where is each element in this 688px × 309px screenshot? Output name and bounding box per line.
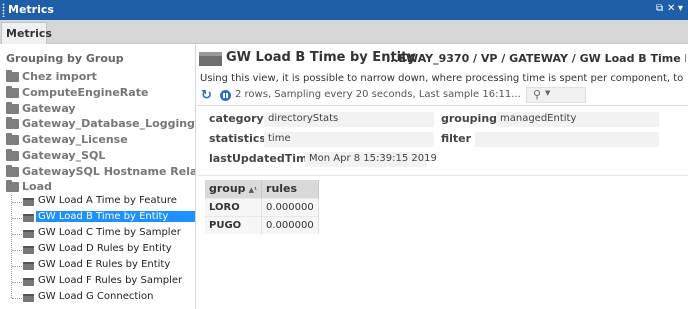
window-title: Metrics [8,3,54,16]
folder-label: Gateway_SQL [22,149,106,162]
category-label: category [209,112,264,125]
folder-label: Load [22,180,52,193]
data-table: group ▲¹ rules LORO 0.000000 PUGO 0.00000… [205,180,319,234]
grouping-value: managedEntity [496,112,659,127]
table-icon [23,198,34,206]
view-item[interactable]: GW Load E Rules by Entity [12,258,195,274]
view-metadata: category directoryStats grouping managed… [197,107,688,171]
table-icon [23,246,34,254]
folder-label: Gateway_Database_Logging [22,117,195,130]
restore-icon[interactable]: ⧉ [656,3,663,14]
folder-label: GatewaySQL Hostname Relative [22,165,196,178]
cell-rules: 0.000000 [261,215,319,234]
drag-grip-icon[interactable] [2,3,5,17]
search-input[interactable]: ⚲ ▼ [526,87,586,103]
column-header-rules[interactable]: rules [261,180,319,198]
cell-group: LORO [205,197,263,216]
table-row[interactable]: LORO 0.000000 [205,197,319,216]
status-bar: ↻ 2 rows, Sampling every 20 seconds, Las… [197,86,688,106]
folder-icon [6,102,19,114]
view-panel: GW Load B Time by Entity ...EWAY_9370 / … [197,45,688,309]
filter-label: filter [441,132,472,145]
menu-chevron-icon[interactable]: ▾ [678,3,683,14]
view-item[interactable]: GW Load A Time by Feature [12,194,195,210]
view-item-label: GW Load A Time by Feature [38,195,177,206]
statistics-value: time [264,132,434,147]
tab-metrics[interactable]: Metrics [1,22,52,44]
view-item-label: GW Load E Rules by Entity [38,259,171,270]
table-header-row: group ▲¹ rules [205,180,319,198]
folder-icon [6,165,19,177]
sidebar-heading: Grouping by Group [6,52,124,65]
filter-value [475,132,659,147]
folder-label: ComputeEngineRate [22,86,149,99]
close-icon[interactable]: ✕ [667,3,675,14]
grouping-label: grouping [441,112,498,125]
statistics-label: statistics [209,132,266,145]
table-icon [23,262,34,270]
view-item[interactable]: GW Load C Time by Sampler [12,226,195,242]
window-titlebar: Metrics ⧉ ✕ ▾ [0,0,688,20]
column-header-group[interactable]: group ▲¹ [205,180,263,198]
sort-ascending-icon: ▲¹ [248,186,258,195]
table-row[interactable]: PUGO 0.000000 [205,215,319,234]
refresh-icon[interactable]: ↻ [201,88,212,103]
view-description: Using this view, it is possible to narro… [200,73,686,84]
table-icon [23,214,34,222]
category-value: directoryStats [264,112,434,127]
last-updated-label: lastUpdatedTime [209,152,315,165]
cell-group: PUGO [205,215,263,234]
tree-connector [12,298,22,299]
grouping-sidebar: Grouping by Group Chez import ComputeEng… [0,45,196,309]
view-item[interactable]: GW Load F Rules by Sampler [12,274,195,290]
table-icon [23,278,34,286]
pause-icon[interactable] [220,90,231,101]
table-icon [23,230,34,238]
last-updated-value: Mon Apr 8 15:39:15 2019 [305,152,437,167]
folder-icon [6,117,19,129]
view-item-label: GW Load D Rules by Entity [38,243,172,254]
tree-connector [12,218,22,219]
folder-label: Gateway_License [22,133,128,146]
tree-connector [12,266,22,267]
view-breadcrumb: ...EWAY_9370 / VP / GATEWAY / GW Load B … [386,52,686,65]
divider [197,175,688,176]
view-item-label: GW Load C Time by Sampler [38,227,181,238]
search-icon: ⚲ [533,88,542,101]
folder-icon [6,149,19,161]
view-item-label: GW Load G Connection [38,291,154,302]
folder-icon [6,86,19,98]
cell-rules: 0.000000 [261,197,319,216]
view-item[interactable]: GW Load D Rules by Entity [12,242,195,258]
chevron-down-icon[interactable]: ▼ [545,89,550,97]
tree-connector [12,234,22,235]
tree-connector [12,282,22,283]
sampling-status: 2 rows, Sampling every 20 seconds, Last … [235,89,521,100]
view-item-selected[interactable]: GW Load B Time by Entity [12,210,195,226]
tree-connector [12,250,22,251]
folder-open-icon [6,180,19,192]
folder-icon [6,70,19,82]
view-item-label: GW Load F Rules by Sampler [38,275,183,286]
view-table-icon [199,52,222,66]
folder-label: Chez import [22,70,97,83]
folder-icon [6,133,19,145]
tab-bar: Metrics [0,20,688,44]
view-item[interactable]: GW Load G Connection [12,290,195,306]
table-icon [23,294,34,302]
folder-label: Gateway [22,102,76,115]
tree-connector [12,202,22,203]
view-item-label: GW Load B Time by Entity [36,211,195,222]
